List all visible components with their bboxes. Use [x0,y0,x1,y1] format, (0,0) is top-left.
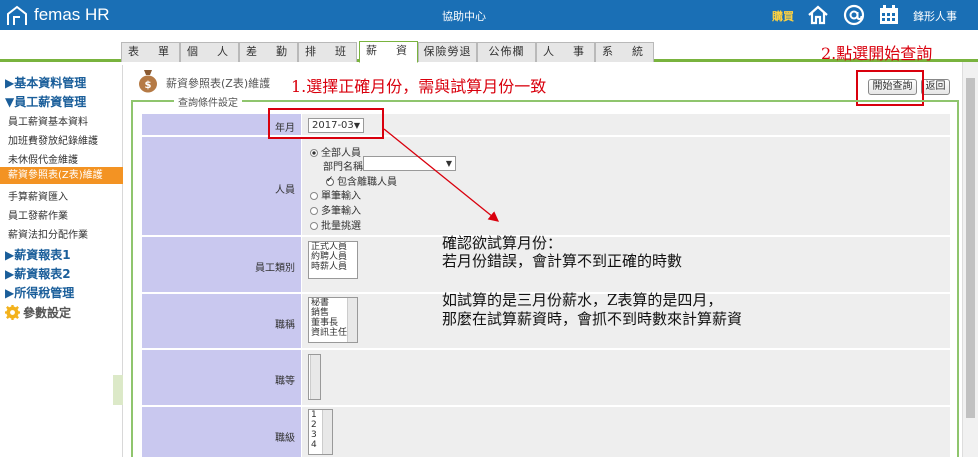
tab-forms[interactable]: 表 單 [121,42,180,62]
step2-annotation: 2.點選開始查詢 [821,44,933,63]
email-at-icon[interactable] [842,3,866,27]
note-line-2: 若月份錯誤，會計算不到正確的時數 [442,252,683,270]
job-title-listbox[interactable]: 秘書 銷售 董事長 資訊主任 [308,297,358,343]
sidebar-item-deduction[interactable]: 薪資法扣分配作業 [8,226,88,241]
buy-link[interactable]: 購買 [772,8,794,24]
sidebar-item-payroll[interactable]: 員工發薪作業 [8,207,68,222]
radio-multi-input[interactable]: 多筆輸入 [310,202,361,217]
sidebar-item-z-table[interactable]: 薪資參照表(Z表)維護 [0,167,123,184]
sidebar-collapse-handle[interactable] [113,375,123,405]
sidebar-group-report1[interactable]: ▶薪資報表1 [5,246,71,263]
note-line-4: 那麼在試算薪資時，會抓不到時數來計算薪資 [442,310,743,328]
home-icon[interactable] [806,3,830,27]
logo-text: femas HR [34,5,110,24]
back-button[interactable]: 返回 [921,79,950,95]
list-item[interactable]: 正式人員 [309,242,357,252]
grade-label: 職等 [275,376,295,387]
sidebar-group-basic[interactable]: ▶基本資料管理 [5,74,86,91]
sidebar: ▶基本資料管理 ▼員工薪資管理 員工薪資基本資料 加班費發放紀錄維護 未休假代金… [0,65,123,457]
person-label: 人員 [275,185,295,196]
gear-icon [5,305,20,320]
money-bag-icon: $ [139,70,157,93]
radio-all-staff[interactable]: 全部人員 [310,144,361,159]
help-center-link[interactable]: 協助中心 [442,8,486,24]
step1-annotation: 1.選擇正確月份，需與試算月份一致 [291,77,547,96]
row-level: 職級 1 2 3 4 [142,406,950,457]
dept-name-label: 部門名稱 [323,162,363,173]
sidebar-group-salary[interactable]: ▼員工薪資管理 [5,93,86,110]
dept-select[interactable]: ▼ [363,156,456,171]
row-person: 人員 全部人員 部門名稱 ▼ 包含離職人員 單筆輸入 多筆輸入 批量挑選 [142,136,950,235]
tab-salary[interactable]: 薪 資 [359,41,418,63]
row-year-month: 年月 2017-03 ▼ [142,113,950,135]
employee-type-listbox[interactable]: 正式人員 約聘人員 時薪人員 [308,241,358,279]
logo[interactable]: femas HR [6,4,110,26]
grade-listbox[interactable] [308,354,321,400]
sidebar-item-manual-import[interactable]: 手算薪資匯入 [8,188,68,203]
listbox-scrollbar[interactable] [310,355,320,399]
tab-attendance[interactable]: 差 勤 [239,42,298,62]
scrollbar-thumb[interactable] [966,78,975,418]
list-item[interactable]: 約聘人員 [309,252,357,262]
logo-house-icon [7,5,27,25]
radio-single-input[interactable]: 單筆輸入 [310,187,361,202]
step1-highlight-box [268,108,384,139]
calendar-icon[interactable] [877,3,901,27]
tab-system[interactable]: 系 統 [595,42,654,62]
sidebar-group-report2[interactable]: ▶薪資報表2 [5,265,71,282]
listbox-scrollbar[interactable] [347,298,357,342]
row-grade: 職等 [142,349,950,405]
radio-batch-select[interactable]: 批量挑選 [310,217,361,232]
sidebar-params-label: 參數設定 [23,306,72,320]
list-item[interactable]: 時薪人員 [309,262,357,272]
page-scrollbar[interactable] [962,62,978,457]
level-label: 職級 [275,433,295,444]
tab-hr[interactable]: 人 事 [536,42,595,62]
level-listbox[interactable]: 1 2 3 4 [308,409,333,455]
sidebar-item-overtime[interactable]: 加班費發放紀錄維護 [8,132,98,147]
page-title: 薪資參照表(Z表)維護 [166,77,271,90]
chevron-down-icon: ▼ [445,159,452,168]
tab-bulletin[interactable]: 公佈欄 [477,42,536,62]
note-line-3: 如試算的是三月份薪水，Z表算的是四月， [442,291,723,309]
top-bar: femas HR 協助中心 購買 鋒形人事 [0,0,978,30]
sidebar-group-tax[interactable]: ▶所得稅管理 [5,284,74,301]
include-resigned-checkbox[interactable]: 包含離職人員 [326,173,397,188]
employee-type-label: 員工類別 [255,263,295,274]
tab-insurance[interactable]: 保險勞退 [418,42,477,62]
svg-text:$: $ [145,80,152,91]
fieldset-legend: 查詢條件設定 [174,94,242,109]
sidebar-params[interactable]: 參數設定 [5,304,71,321]
company-name[interactable]: 鋒形人事 [913,8,957,24]
tab-personal[interactable]: 個 人 [180,42,239,62]
sidebar-item-leave-pay[interactable]: 未休假代金維護 [8,151,78,166]
job-title-label: 職稱 [275,320,295,331]
sidebar-item-salary-basic[interactable]: 員工薪資基本資料 [8,113,88,128]
note-line-1: 確認欲試算月份： [442,234,563,252]
tab-scheduling[interactable]: 排 班 [298,42,357,62]
listbox-scrollbar[interactable] [322,410,332,454]
